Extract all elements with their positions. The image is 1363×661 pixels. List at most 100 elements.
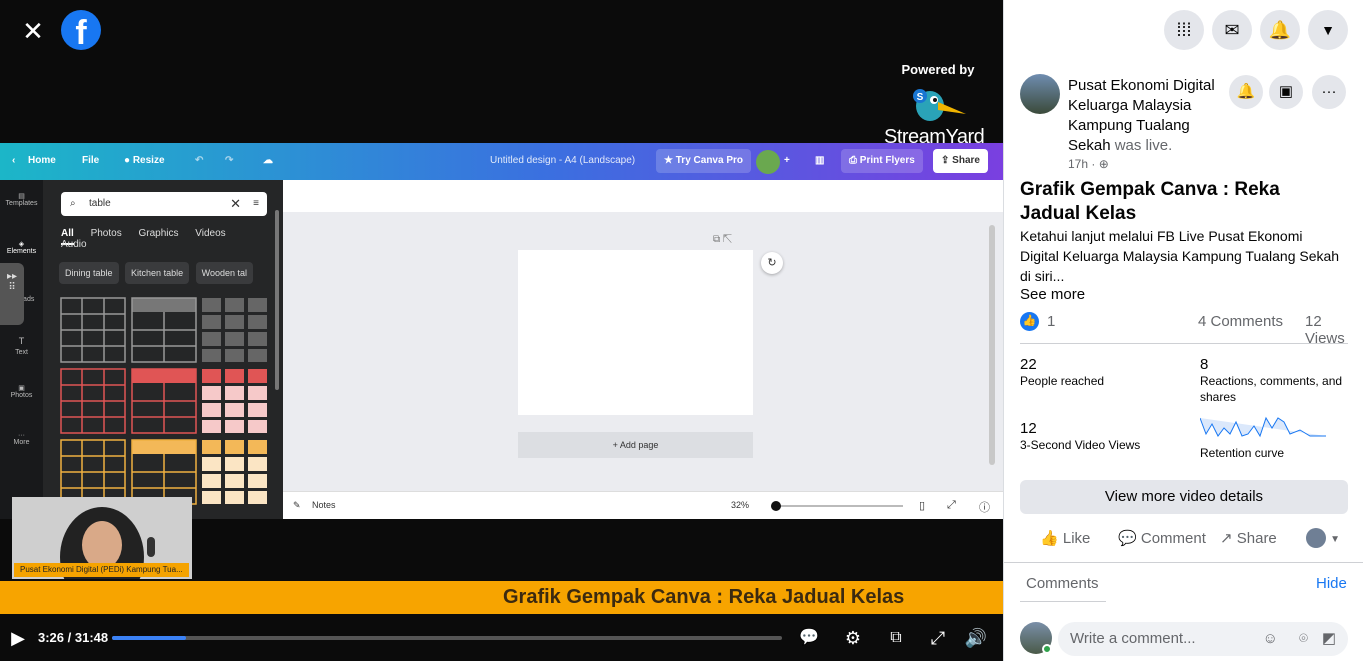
comment-input[interactable]: Write a comment... ☺ ⌾ ◩ [1058,622,1348,656]
canva-page [518,250,753,415]
hide-comments-link[interactable]: Hide [1316,575,1347,592]
chip-dining-table: Dining table [59,262,119,284]
volume-icon[interactable]: 🔊 [963,625,989,651]
panel-scrollbar [275,210,279,390]
stat-value: 12 [1020,420,1037,437]
progress-fill [112,636,186,640]
banner-text: Grafik Gempak Canva : Reka Jadual Kelas [503,586,905,608]
messenger-icon[interactable]: ✉ [1212,10,1252,50]
like-count[interactable]: 1 [1047,313,1055,330]
powered-by-text: Powered by [901,62,975,77]
globe-icon: ⊕ [1098,157,1109,171]
canva-file: File [82,155,100,166]
stat-retention: Retention curve [1199,414,1350,461]
stat-reached: 22 People reached [1020,356,1190,389]
follow-bell-icon[interactable]: 🔔 [1229,75,1263,109]
see-more-link[interactable]: See more [1020,286,1085,303]
canva-avatar [756,150,780,174]
search-icon: ⌕ [70,198,76,209]
progress-bar[interactable] [112,636,782,640]
settings-gear-icon[interactable]: ⚙ [840,625,866,651]
stat-video-views: 12 3-Second Video Views [1020,420,1190,453]
canva-tab-graphics: Graphics [138,228,179,239]
pip-icon[interactable]: ⧉ [883,625,909,651]
rail-more: ··· More [13,432,30,446]
presenter-label: Pusat Ekonomi Digital (PEDi) Kampung Tua… [14,563,189,577]
canva-tabs: All Photos Graphics Videos Audio [61,228,271,250]
chip-wooden-table: Wooden tal [195,262,253,284]
chip-kitchen-table: Kitchen table [125,262,190,284]
canva-workspace: ⧉ ⇱ ↻ + Add page [283,180,1003,519]
notifications-bell-icon[interactable]: 🔔 [1260,10,1300,50]
audience-selector[interactable]: ▼ [1306,528,1340,548]
clear-icon: ✕ [230,196,241,211]
streamyard-watermark: Powered by S StreamYard [878,62,996,148]
save-archive-icon[interactable]: ▣ [1269,75,1303,109]
svg-text:S: S [917,92,924,103]
video-title: Grafik Gempak Canva : Reka Jadual Kelas [1020,179,1280,224]
rail-templates: ▤ Templates [5,193,38,207]
print-flyers: ⎙ Print Flyers [841,149,923,173]
table-thumbnail [60,368,126,434]
stat-label: 3-Second Video Views [1020,438,1141,452]
page-tools-icon: ⧉ ⇱ [713,234,733,245]
table-thumbnail [60,439,126,505]
canva-zoom: 32% [731,500,750,510]
online-status-dot [1042,644,1052,654]
rail-photos: ▣ Photos [10,385,33,399]
captions-icon[interactable]: 💬 [796,625,822,651]
camera-icon[interactable]: ⌾ [1299,622,1308,656]
zoom-knob [771,501,781,511]
view-more-details-button[interactable]: View more video details [1020,480,1348,514]
refresh-icon: ↻ [761,252,783,274]
pages-icon: ▯ [919,500,926,512]
comments-count[interactable]: 4 Comments [1198,313,1283,330]
table-thumbnail [131,439,197,505]
fullscreen-expand-icon[interactable]: ⤢ [925,625,951,651]
canva-search-value: table [89,198,111,209]
video-player[interactable]: ✕ f Powered by S StreamYard ‹ Home File … [0,0,1003,661]
notes-icon: ✎ [293,500,301,510]
table-thumbnail [131,368,197,434]
post-actions: 👍 Like 💬 Comment ↗ Share ▼ [1020,524,1348,554]
canva-tab-audio: Audio [61,239,87,250]
views-count: 12 Views [1305,313,1345,347]
emoji-icon[interactable]: ☺ [1263,622,1278,656]
more-options-icon[interactable]: ··· [1312,75,1346,109]
comment-button[interactable]: 💬 Comment [1118,529,1206,547]
stat-label: People reached [1020,374,1105,388]
comments-header: Comments Hide [1004,562,1363,602]
video-controls: ▶ 3:26 / 31:48 💬 ⚙ ⧉ ⤢ 🔊 [0,614,1003,661]
plus-icon: + [784,155,790,166]
sticker-icon[interactable]: ◩ [1322,622,1336,656]
play-icon[interactable]: ▶ [5,625,31,651]
canva-screen-share: ‹ Home File ● Resize ↶ ↷ ☁ Untitled desi… [0,143,1003,519]
canva-toolbar: ‹ Home File ● Resize ↶ ↷ ☁ Untitled desi… [0,143,1003,180]
canva-tab-videos: Videos [195,228,226,239]
add-page-button: + Add page [518,432,753,458]
facebook-logo[interactable]: f [61,10,101,50]
undo-icon: ↶ [195,155,204,166]
share-button[interactable]: ↗ Share [1220,529,1277,547]
table-thumbnail [131,297,197,363]
menu-grid-icon[interactable]: ⁞⁞⁞ [1164,10,1204,50]
account-chevron-down-icon[interactable]: ▼ [1308,10,1348,50]
page-name-block: Pusat Ekonomi Digital Keluarga Malaysia … [1068,76,1224,156]
zoom-slider [773,505,903,507]
video-description: Ketahui lanjut melalui FB Live Pusat Eko… [1020,228,1340,284]
help-icon: ⓘ [979,502,990,514]
like-button[interactable]: 👍 Like [1040,529,1090,547]
canva-notes: Notes [312,500,336,510]
rail-text: T Text [15,336,28,356]
post-time[interactable]: 17h · [1068,157,1095,171]
rail-elements: ◈ Elements [6,241,37,255]
title-banner: Grafik Gempak Canva : Reka Jadual Kelas [0,581,1003,614]
stat-reactions: 8 Reactions, comments, and shares [1200,356,1350,405]
table-thumbnail [202,369,267,433]
divider [1020,601,1106,602]
canva-elements-panel: ⌕ table ✕ ≡ All Photos Graphics Videos A… [43,180,283,519]
page-avatar[interactable] [1020,74,1060,114]
canva-doc-title: Untitled design - A4 (Landscape) [490,155,636,166]
close-icon[interactable]: ✕ [18,16,48,46]
stat-value: 22 [1020,356,1037,373]
